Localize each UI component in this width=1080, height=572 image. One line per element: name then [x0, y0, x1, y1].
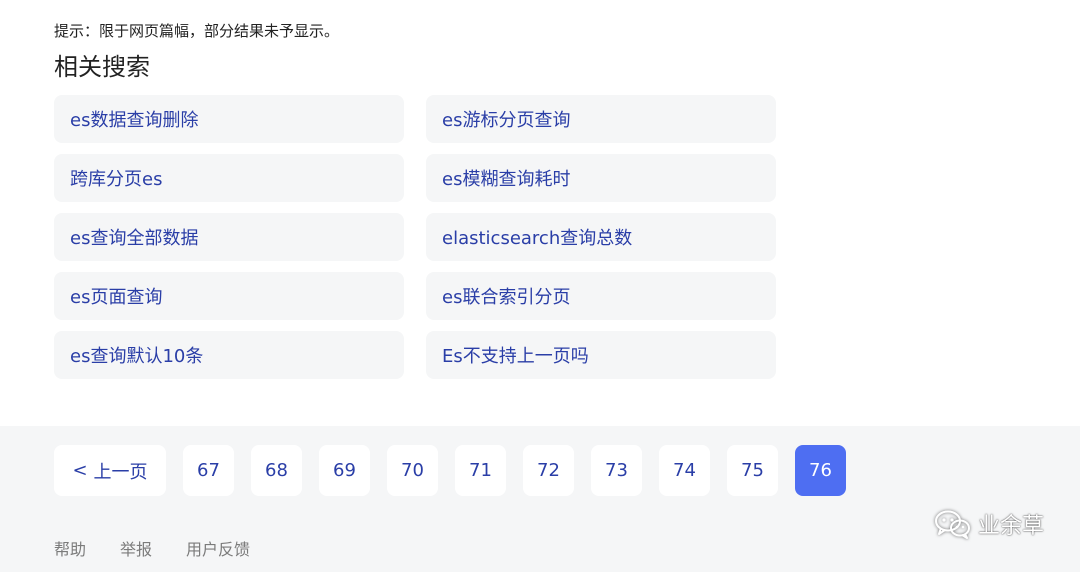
page-link[interactable]: 68	[251, 445, 302, 496]
page-link[interactable]: 71	[455, 445, 506, 496]
feedback-link[interactable]: 用户反馈	[186, 536, 250, 560]
previous-page-label: 上一页	[93, 461, 148, 483]
help-link[interactable]: 帮助	[54, 536, 86, 560]
related-search-item[interactable]: es查询默认10条	[54, 331, 404, 379]
related-search-item[interactable]: elasticsearch查询总数	[426, 213, 776, 261]
related-search-item[interactable]: Es不支持上一页吗	[426, 331, 776, 379]
page-link[interactable]: 70	[387, 445, 438, 496]
page-link[interactable]: 73	[591, 445, 642, 496]
related-search-item[interactable]: es联合索引分页	[426, 272, 776, 320]
page-link[interactable]: 69	[319, 445, 370, 496]
related-search-item[interactable]: es模糊查询耗时	[426, 154, 776, 202]
related-searches-grid: es数据查询删除 es游标分页查询 跨库分页es es模糊查询耗时 es查询全部…	[54, 95, 776, 379]
page-link[interactable]: 74	[659, 445, 710, 496]
footer-links: 帮助 举报 用户反馈	[54, 536, 250, 560]
watermark: 业余草	[934, 508, 1044, 540]
wechat-icon	[934, 510, 970, 539]
report-link[interactable]: 举报	[120, 536, 152, 560]
related-search-item[interactable]: es页面查询	[54, 272, 404, 320]
page-link[interactable]: 67	[183, 445, 234, 496]
watermark-text: 业余草	[977, 514, 1044, 539]
chevron-left-icon: <	[72, 460, 88, 481]
current-page[interactable]: 76	[795, 445, 846, 496]
page-link[interactable]: 75	[727, 445, 778, 496]
results-limit-notice: 提示：限于网页篇幅，部分结果未予显示。	[54, 22, 340, 40]
related-search-item[interactable]: es数据查询删除	[54, 95, 404, 143]
related-search-item[interactable]: es查询全部数据	[54, 213, 404, 261]
pagination: < 上一页 67 68 69 70 71 72 73 74 75 76	[54, 445, 846, 496]
related-search-item[interactable]: 跨库分页es	[54, 154, 404, 202]
related-search-item[interactable]: es游标分页查询	[426, 95, 776, 143]
page-link[interactable]: 72	[523, 445, 574, 496]
related-searches-title: 相关搜索	[54, 53, 150, 81]
previous-page-button[interactable]: < 上一页	[54, 445, 166, 496]
